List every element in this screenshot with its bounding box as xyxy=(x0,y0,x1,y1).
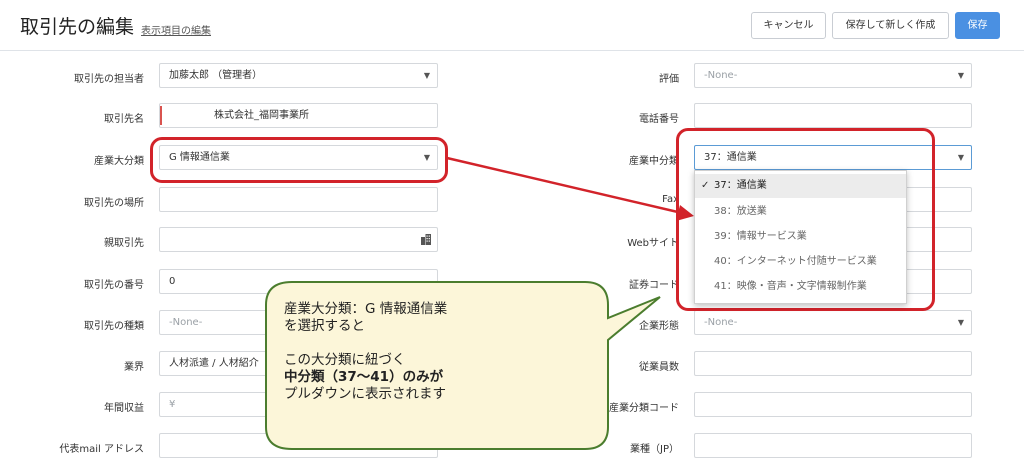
account-number-input[interactable]: 0 xyxy=(159,269,438,294)
industry-label: 業界 xyxy=(124,362,144,373)
fax-label: Fax xyxy=(662,194,679,205)
chevron-down-icon: ▼ xyxy=(957,71,964,80)
chevron-down-icon: ▼ xyxy=(957,318,964,327)
page-header: 取引先の編集 表示項目の編集 キャンセル 保存して新しく作成 保存 xyxy=(0,0,1024,51)
account-type-label: 取引先の種類 xyxy=(84,321,144,332)
phone-label: 電話番号 xyxy=(639,114,679,125)
stock-code-label: 証券コード xyxy=(629,280,679,291)
annual-revenue-value: ¥ xyxy=(169,399,176,410)
option-label: 41：映像・音声・文字情報制作業 xyxy=(714,281,867,292)
industry-code-input[interactable] xyxy=(694,392,972,417)
business-type-label: 業種（JP） xyxy=(630,444,679,455)
rating-label: 評価 xyxy=(659,74,679,85)
account-name-label: 取引先名 xyxy=(104,114,144,125)
account-number-label: 取引先の番号 xyxy=(84,280,144,291)
employees-input[interactable] xyxy=(694,351,972,376)
chevron-down-icon: ▼ xyxy=(957,153,964,162)
email-input[interactable] xyxy=(159,433,438,458)
annotation-line: 中分類（37〜41）のみが xyxy=(284,369,444,385)
rating-value: -None- xyxy=(704,70,738,81)
phone-input[interactable] xyxy=(694,103,972,128)
industry-major-label: 産業大分類 xyxy=(94,156,144,167)
owner-label: 取引先の担当者 xyxy=(74,74,144,85)
parent-account-input[interactable] xyxy=(159,227,438,252)
edit-layout-link[interactable]: 表示項目の編集 xyxy=(141,22,211,37)
option-label: 40：インターネット付随サービス業 xyxy=(714,256,877,267)
account-type-value: -None- xyxy=(169,317,203,328)
company-form-select[interactable]: -None- ▼ xyxy=(694,310,972,335)
dropdown-option-40[interactable]: 40：インターネット付随サービス業 xyxy=(695,250,906,274)
industry-middle-label: 産業中分類 xyxy=(629,156,679,167)
industry-middle-dropdown: ✓ 37：通信業 38：放送業 39：情報サービス業 40：インターネット付随サ… xyxy=(694,170,907,304)
account-number-value: 0 xyxy=(169,276,176,287)
option-label: 38：放送業 xyxy=(714,206,767,217)
rating-select[interactable]: -None- ▼ xyxy=(694,63,972,88)
company-form-value: -None- xyxy=(704,317,738,328)
dropdown-option-37[interactable]: ✓ 37：通信業 xyxy=(695,174,906,198)
page-title: 取引先の編集 xyxy=(20,16,135,38)
business-type-input[interactable] xyxy=(694,433,972,458)
parent-account-label: 親取引先 xyxy=(104,238,144,249)
chevron-down-icon: ▼ xyxy=(423,71,430,80)
account-name-value: 株式会社_福岡事業所 xyxy=(214,110,309,121)
location-label: 取引先の場所 xyxy=(84,198,144,209)
email-label: 代表mail アドレス xyxy=(59,444,144,455)
website-label: Webサイト xyxy=(627,238,679,249)
account-name-input[interactable]: 株式会社_福岡事業所 xyxy=(159,103,438,128)
location-input[interactable] xyxy=(159,187,438,212)
dropdown-option-41[interactable]: 41：映像・音声・文字情報制作業 xyxy=(695,275,906,299)
cancel-button[interactable]: キャンセル xyxy=(751,12,826,39)
save-button[interactable]: 保存 xyxy=(955,12,1000,39)
option-label: 37：通信業 xyxy=(714,180,767,191)
annotation-line: プルダウンに表示されます xyxy=(284,386,446,402)
annotation-text: 産業大分類：G 情報通信業 を選択すると この大分類に紐づく 中分類（37〜41… xyxy=(284,301,584,403)
dropdown-option-39[interactable]: 39：情報サービス業 xyxy=(695,225,906,249)
annual-revenue-label: 年間収益 xyxy=(104,403,144,414)
dropdown-option-38[interactable]: 38：放送業 xyxy=(695,200,906,224)
owner-select[interactable]: 加藤太郎 （管理者） ▼ xyxy=(159,63,438,88)
option-label: 39：情報サービス業 xyxy=(714,231,807,242)
owner-value: 加藤太郎 （管理者） xyxy=(169,70,263,81)
industry-value: 人材派遣 / 人材紹介 xyxy=(169,358,259,369)
annotation-line: 産業大分類：G 情報通信業 xyxy=(284,301,448,317)
building-icon[interactable] xyxy=(421,234,431,245)
highlight-industry-major xyxy=(150,137,448,183)
save-and-new-button[interactable]: 保存して新しく作成 xyxy=(832,12,949,39)
annotation-line: この大分類に紐づく xyxy=(284,352,406,368)
required-indicator xyxy=(160,106,162,125)
checkmark-icon: ✓ xyxy=(701,180,710,191)
annotation-line: を選択すると xyxy=(284,318,365,334)
annotation-line xyxy=(284,335,584,352)
